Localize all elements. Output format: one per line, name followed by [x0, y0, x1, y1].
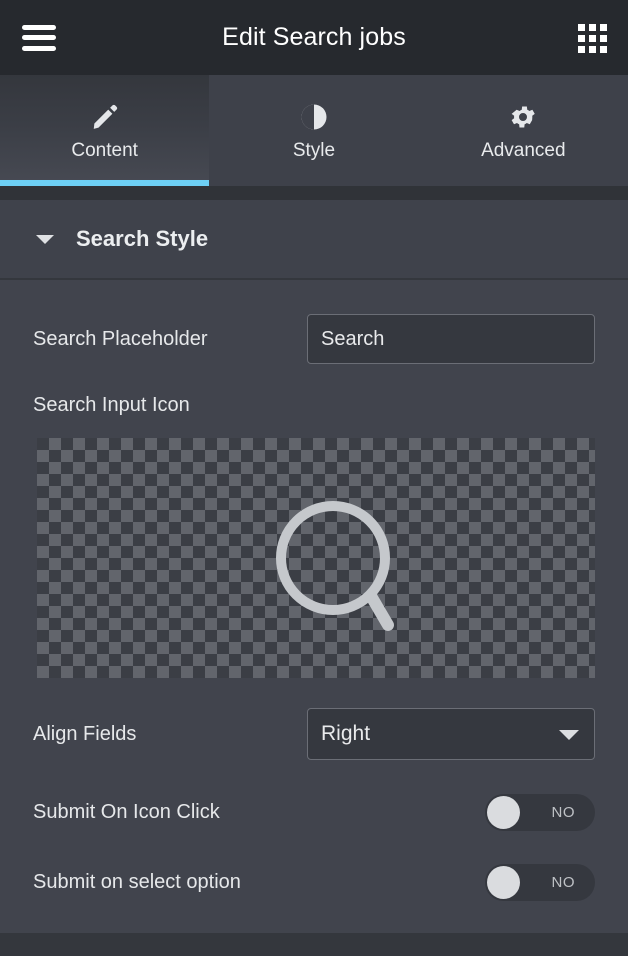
apps-grid-cell	[600, 35, 607, 42]
control-label: Align Fields	[33, 723, 136, 746]
apps-grid-cell	[589, 46, 596, 53]
control-label: Search Input Icon	[33, 394, 190, 417]
tab-style[interactable]: Style	[209, 75, 418, 186]
top-bar: Edit Search jobs	[0, 0, 628, 75]
apps-grid-cell	[600, 24, 607, 31]
apps-grid-cell	[578, 46, 585, 53]
section-header-search-style[interactable]: Search Style	[0, 200, 628, 280]
control-field	[307, 314, 595, 364]
control-search-placeholder: Search Placeholder	[0, 313, 628, 365]
tab-label: Content	[71, 140, 138, 162]
section-title: Search Style	[76, 226, 208, 252]
control-label: Search Placeholder	[33, 328, 208, 351]
gear-icon	[508, 100, 538, 134]
control-label: Submit On Icon Click	[33, 801, 220, 824]
control-field: NO	[485, 864, 595, 901]
align-fields-select[interactable]: Right	[307, 708, 595, 760]
contrast-icon	[299, 100, 329, 134]
control-search-input-icon: Search Input Icon	[0, 390, 628, 420]
tab-content[interactable]: Content	[0, 75, 209, 186]
hamburger-menu-icon[interactable]	[22, 25, 56, 51]
search-placeholder-input[interactable]	[307, 314, 595, 364]
submit-on-icon-click-toggle[interactable]: NO	[485, 794, 595, 831]
page-title: Edit Search jobs	[0, 0, 628, 75]
submit-on-select-option-toggle[interactable]: NO	[485, 864, 595, 901]
hamburger-bar	[22, 46, 56, 51]
tab-advanced[interactable]: Advanced	[419, 75, 628, 186]
align-fields-selected-value[interactable]: Right	[307, 708, 595, 760]
magnifier-icon	[37, 438, 595, 678]
toggle-state-label: NO	[552, 804, 576, 821]
chevron-down-icon	[36, 235, 54, 244]
elementor-edit-panel: Edit Search jobs Content	[0, 0, 628, 956]
hamburger-bar	[22, 35, 56, 40]
tabs-divider	[0, 186, 628, 200]
search-icon-preview[interactable]	[37, 438, 595, 678]
toggle-state-label: NO	[552, 874, 576, 891]
control-submit-on-select-option: Submit on select option NO	[0, 862, 628, 902]
apps-grid-cell	[578, 35, 585, 42]
control-field: NO	[485, 794, 595, 831]
panel-body: Search Placeholder Search Input Icon Ali…	[0, 282, 628, 933]
control-label: Submit on select option	[33, 871, 241, 894]
toggle-knob	[487, 796, 520, 829]
tab-label: Style	[293, 140, 335, 162]
toggle-knob	[487, 866, 520, 899]
apps-grid-cell	[589, 35, 596, 42]
apps-grid-cell	[578, 24, 585, 31]
hamburger-bar	[22, 25, 56, 30]
pencil-icon	[90, 100, 120, 134]
control-submit-on-icon-click: Submit On Icon Click NO	[0, 792, 628, 832]
apps-grid-cell	[600, 46, 607, 53]
panel-tabs: Content Style Advanced	[0, 75, 628, 186]
apps-grid-cell	[589, 24, 596, 31]
control-align-fields: Align Fields Right	[0, 706, 628, 762]
control-field: Right	[307, 708, 595, 760]
tab-label: Advanced	[481, 140, 566, 162]
panel-footer	[0, 933, 628, 956]
apps-grid-icon[interactable]	[578, 24, 606, 52]
